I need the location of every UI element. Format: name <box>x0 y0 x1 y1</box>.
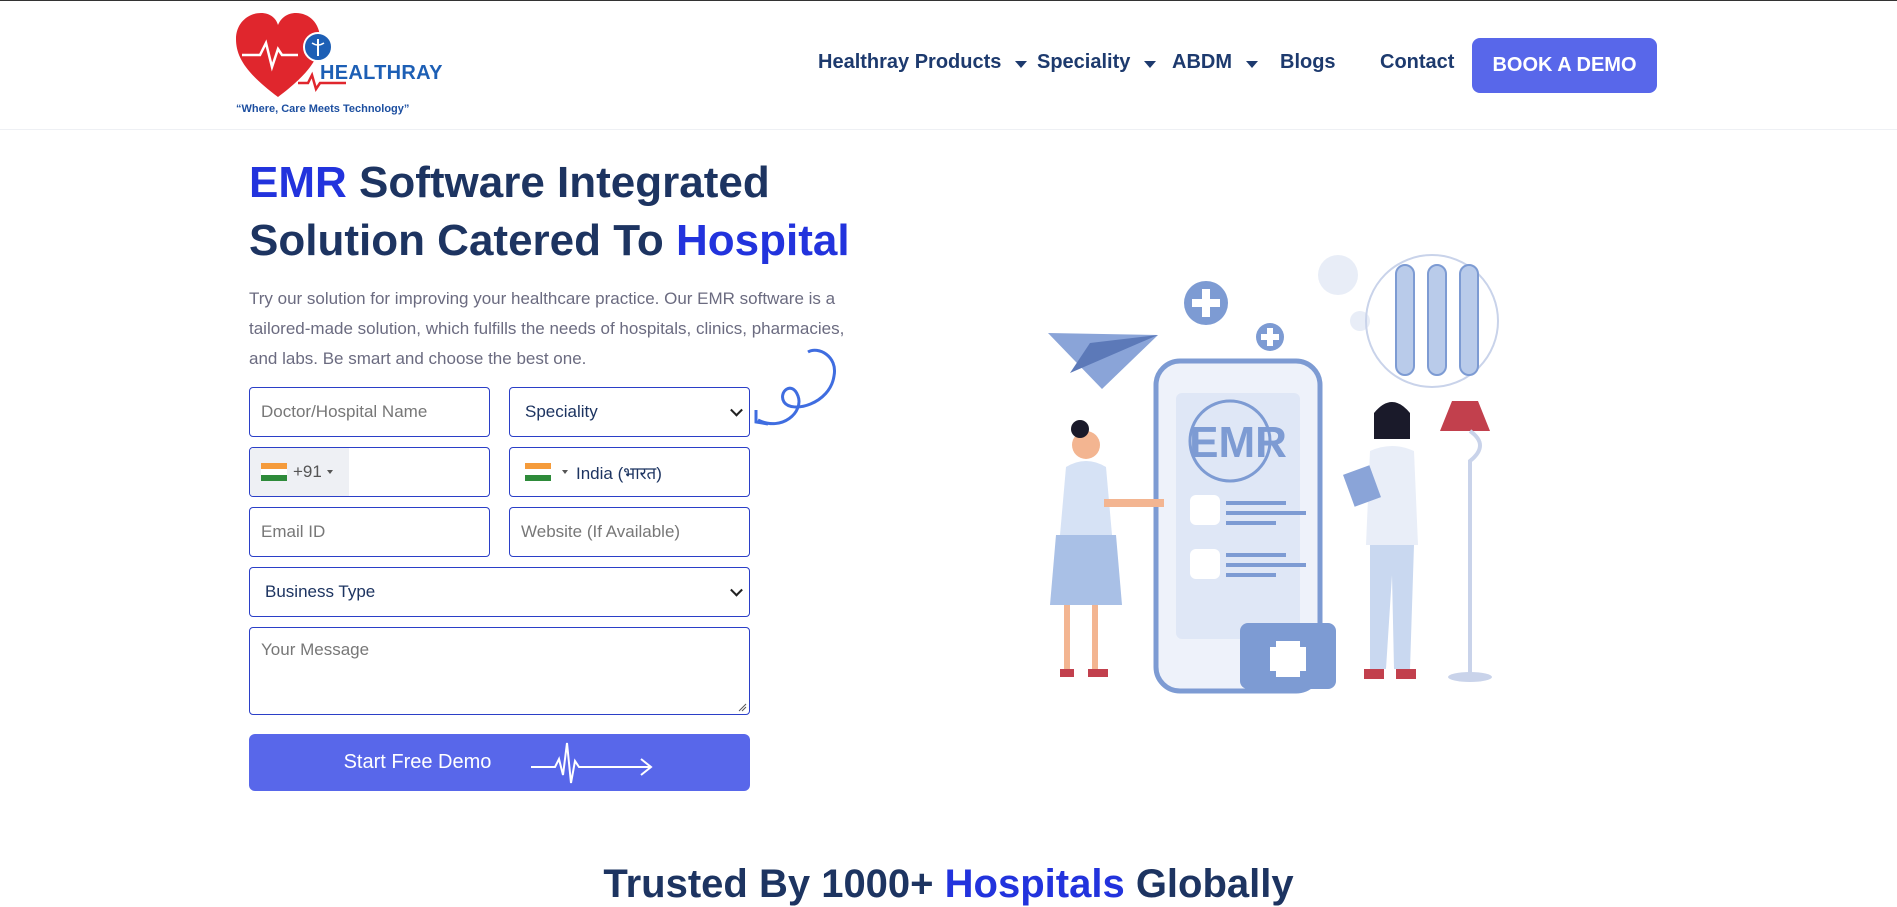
title-highlight: EMR <box>249 158 347 207</box>
nav-label: Contact <box>1380 51 1455 73</box>
nav-label: Healthray Products <box>818 51 1002 73</box>
nav-label: Speciality <box>1037 51 1131 73</box>
input-placeholder: Doctor/Hospital Name <box>261 402 428 421</box>
caret-down-icon <box>1144 60 1157 68</box>
hero-title: EMR Software Integrated Solution Catered… <box>249 154 889 270</box>
india-flag-icon <box>261 463 287 481</box>
chevron-down-icon <box>730 583 743 597</box>
title-text: Software Integrated <box>346 158 770 207</box>
start-free-demo-button[interactable]: Start Free Demo <box>249 734 750 791</box>
nav-contact[interactable]: Contact <box>1380 51 1454 74</box>
nav-speciality[interactable]: Speciality <box>1037 51 1157 74</box>
swirl-arrow-icon <box>754 348 836 426</box>
email-input[interactable]: Email ID <box>249 507 490 557</box>
nav-blogs[interactable]: Blogs <box>1280 51 1336 74</box>
medical-cross-icon <box>1184 281 1228 325</box>
speciality-select[interactable]: Speciality <box>509 387 750 437</box>
doctor-figure-left <box>1050 420 1164 677</box>
first-aid-kit-icon <box>1240 623 1336 689</box>
country-select[interactable]: India (भारत) <box>509 447 750 497</box>
nav-label: Blogs <box>1280 51 1336 73</box>
button-label: Start Free Demo <box>343 751 492 773</box>
illustration-screen-text: EMR <box>1189 418 1287 467</box>
input-placeholder: Email ID <box>261 522 326 541</box>
dial-code-selector[interactable]: +91 <box>250 448 349 496</box>
logo-tagline: “Where, Care Meets Technology” <box>236 103 410 115</box>
india-flag-icon <box>525 463 551 481</box>
paper-plane-icon <box>1048 333 1158 389</box>
floor-lamp-icon <box>1440 401 1492 682</box>
title-text: Solution Catered To <box>249 216 676 265</box>
heart-logo-icon <box>236 13 346 97</box>
nav-healthray-products[interactable]: Healthray Products <box>818 51 1028 74</box>
healthray-logo[interactable]: HEALTHRAY “Where, Care Meets Technology” <box>236 13 442 121</box>
book-demo-button[interactable]: BOOK A DEMO <box>1472 38 1657 93</box>
title-highlight: Hospital <box>675 216 850 265</box>
country-value: India (भारत) <box>576 463 662 483</box>
emr-illustration: EMR <box>1048 254 1499 694</box>
business-type-select[interactable]: Business Type <box>249 567 750 617</box>
trusted-suffix: Globally <box>1124 862 1294 906</box>
select-value: Business Type <box>265 582 376 601</box>
select-value: Speciality <box>525 402 598 421</box>
chevron-down-icon <box>730 403 743 417</box>
input-placeholder: Website (If Available) <box>521 522 681 541</box>
trusted-heading: Trusted By 1000+ Hospitals Globally <box>0 862 1897 907</box>
caret-down-icon <box>326 470 333 474</box>
doctor-figure-right <box>1343 402 1418 679</box>
trusted-prefix: Trusted By 1000+ <box>603 862 945 906</box>
caret-down-icon <box>562 470 568 474</box>
caret-down-icon <box>1246 60 1258 68</box>
caret-down-icon <box>1015 60 1028 68</box>
logo-brand: HEALTHRAY <box>320 62 443 84</box>
nav-abdm[interactable]: ABDM <box>1172 51 1258 74</box>
resize-handle-icon[interactable] <box>737 702 747 712</box>
medical-cross-icon <box>1256 323 1284 351</box>
phone-input[interactable]: +91 <box>249 447 490 497</box>
trusted-highlight: Hospitals <box>944 862 1125 906</box>
doctor-hospital-name-input[interactable]: Doctor/Hospital Name <box>249 387 490 437</box>
nav-label: ABDM <box>1172 51 1232 73</box>
site-header: HEALTHRAY “Where, Care Meets Technology”… <box>0 1 1897 130</box>
textarea-placeholder: Your Message <box>261 640 370 659</box>
dial-code: +91 <box>293 462 322 481</box>
message-textarea[interactable]: Your Message <box>249 627 750 715</box>
heartbeat-arrow-icon <box>531 742 654 783</box>
website-input[interactable]: Website (If Available) <box>509 507 750 557</box>
